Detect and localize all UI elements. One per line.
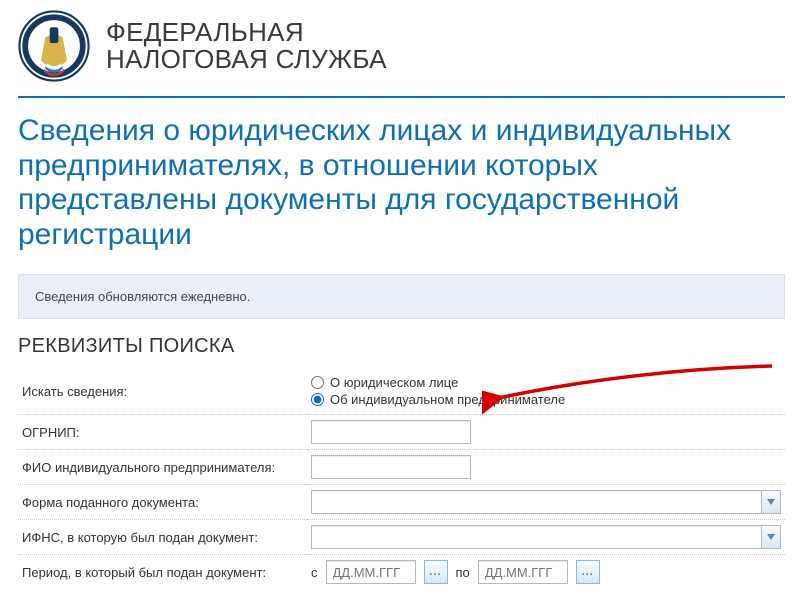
- agency-name: ФЕДЕРАЛЬНАЯ НАЛОГОВАЯ СЛУЖБА: [106, 19, 387, 74]
- page-header: ФЕДЕРАЛЬНАЯ НАЛОГОВАЯ СЛУЖБА: [18, 10, 785, 98]
- radio-individual[interactable]: Об индивидуальном предпринимателе: [311, 392, 781, 407]
- date-to-input[interactable]: [478, 560, 568, 584]
- search-form: Искать сведения: О юридическом лице Об и…: [18, 368, 785, 589]
- chevron-down-icon[interactable]: [761, 491, 780, 513]
- radio-legal-entity-input[interactable]: [311, 376, 324, 389]
- period-to-prefix: по: [456, 565, 470, 580]
- date-to-picker-button[interactable]: ...: [576, 560, 600, 584]
- radio-legal-entity-label: О юридическом лице: [330, 375, 458, 390]
- radio-individual-label: Об индивидуальном предпринимателе: [330, 392, 565, 407]
- date-from-input[interactable]: [326, 560, 416, 584]
- agency-line1: ФЕДЕРАЛЬНАЯ: [106, 17, 304, 47]
- label-doc-form: Форма поданного документа:: [18, 485, 307, 520]
- period-from-prefix: с: [311, 565, 318, 580]
- label-fio: ФИО индивидуального предпринимателя:: [18, 450, 307, 485]
- ifns-select[interactable]: [311, 525, 781, 549]
- date-from-picker-button[interactable]: ...: [424, 560, 448, 584]
- fio-input[interactable]: [311, 455, 471, 479]
- ogrnip-input[interactable]: [311, 420, 471, 444]
- section-heading: РЕКВИЗИТЫ ПОИСКА: [18, 335, 785, 358]
- label-search-for: Искать сведения:: [18, 368, 307, 415]
- agency-line2: НАЛОГОВАЯ СЛУЖБА: [106, 44, 387, 74]
- radio-individual-input[interactable]: [311, 393, 324, 406]
- label-ifns: ИФНС, в которую был подан документ:: [18, 520, 307, 555]
- label-ogrnip: ОГРНИП:: [18, 415, 307, 450]
- info-banner: Сведения обновляются ежедневно.: [18, 274, 785, 319]
- fns-emblem-icon: [18, 10, 90, 82]
- doc-form-select[interactable]: [311, 490, 781, 514]
- chevron-down-icon[interactable]: [761, 526, 780, 548]
- label-period: Период, в который был подан документ:: [18, 555, 307, 590]
- radio-legal-entity[interactable]: О юридическом лице: [311, 375, 781, 390]
- page-title: Сведения о юридических лицах и индивидуа…: [18, 114, 785, 252]
